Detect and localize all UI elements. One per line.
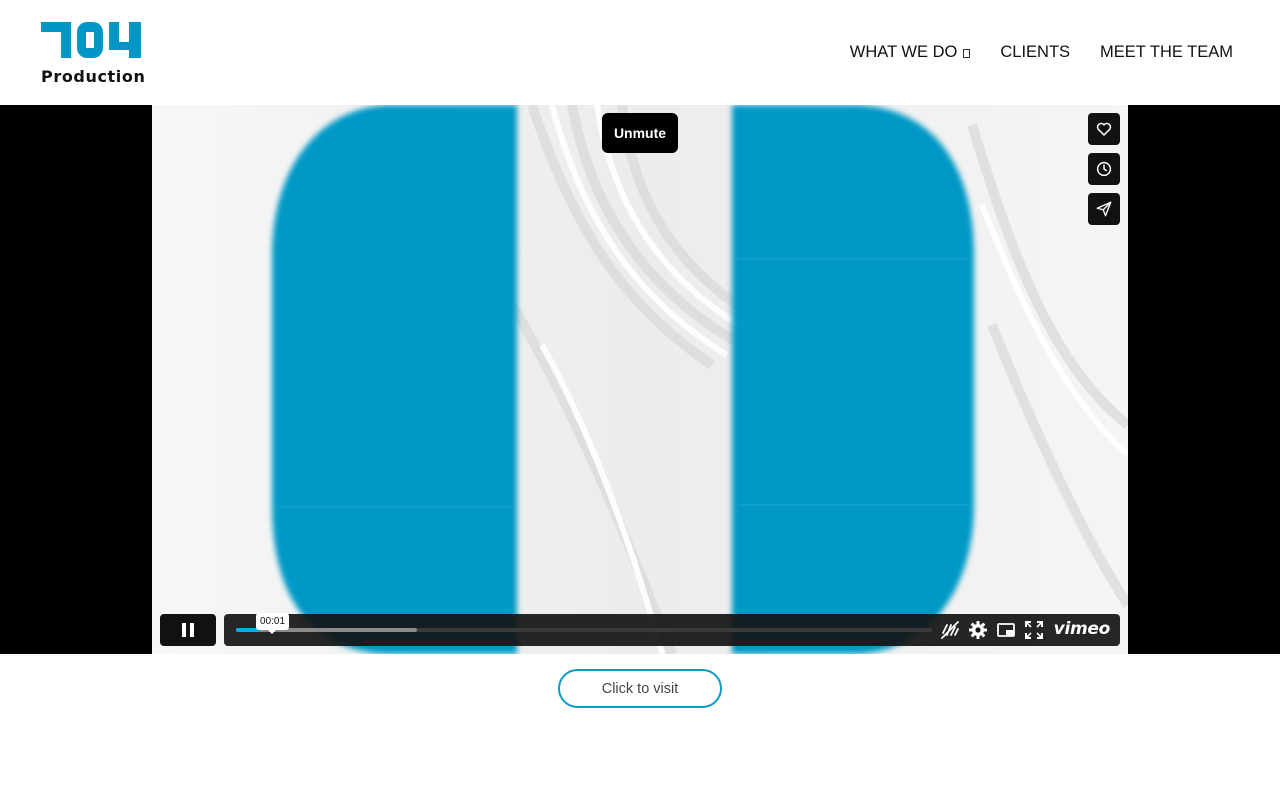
logo-wordmark: Production xyxy=(41,67,146,86)
player-controls: 00:01 vimeo xyxy=(160,613,1120,646)
settings-gear-icon xyxy=(969,621,987,639)
nav-item-clients[interactable]: CLIENTS xyxy=(1000,42,1070,62)
watch-later-button[interactable] xyxy=(1088,153,1120,185)
site-logo[interactable]: Production xyxy=(41,20,146,86)
settings-button[interactable] xyxy=(968,620,988,640)
nav-item-label: MEET THE TEAM xyxy=(1100,43,1233,61)
heart-icon xyxy=(1096,122,1112,136)
logo-mark xyxy=(41,22,141,58)
share-button[interactable] xyxy=(1088,193,1120,225)
main-nav: WHAT WE DO CLIENTS MEET THE TEAM xyxy=(850,42,1233,62)
pause-icon xyxy=(182,623,194,637)
progress-track[interactable]: 00:01 xyxy=(236,613,932,634)
player-side-actions xyxy=(1088,113,1120,233)
fullscreen-button[interactable] xyxy=(1024,620,1044,640)
nav-item-label: WHAT WE DO xyxy=(849,43,958,61)
send-icon xyxy=(1096,201,1112,217)
nav-item-what-we-do[interactable]: WHAT WE DO xyxy=(850,42,971,62)
time-tooltip: 00:01 xyxy=(256,613,289,634)
nav-item-meet-the-team[interactable]: MEET THE TEAM xyxy=(1100,42,1233,62)
fullscreen-icon xyxy=(1025,621,1043,639)
captions-button[interactable] xyxy=(940,620,960,640)
control-bar: 00:01 vimeo xyxy=(224,613,1120,646)
captions-off-icon xyxy=(941,621,959,639)
click-to-visit-button[interactable]: Click to visit xyxy=(558,669,722,708)
nav-item-label: CLIENTS xyxy=(1000,43,1071,61)
video-player: Unmute 00:01 vimeo xyxy=(0,105,1280,654)
dropdown-caret-icon xyxy=(963,48,971,58)
pause-button[interactable] xyxy=(160,614,216,646)
site-header: Production WHAT WE DO CLIENTS MEET THE T… xyxy=(0,0,1280,105)
picture-in-picture-icon xyxy=(997,623,1015,637)
pip-button[interactable] xyxy=(996,620,1016,640)
video-frame[interactable]: Unmute 00:01 vimeo xyxy=(152,105,1128,654)
vimeo-logo[interactable]: vimeo xyxy=(1054,619,1111,639)
like-button[interactable] xyxy=(1088,113,1120,145)
unmute-button[interactable]: Unmute xyxy=(602,113,678,153)
video-still-image xyxy=(152,105,1128,654)
clock-icon xyxy=(1096,161,1112,177)
